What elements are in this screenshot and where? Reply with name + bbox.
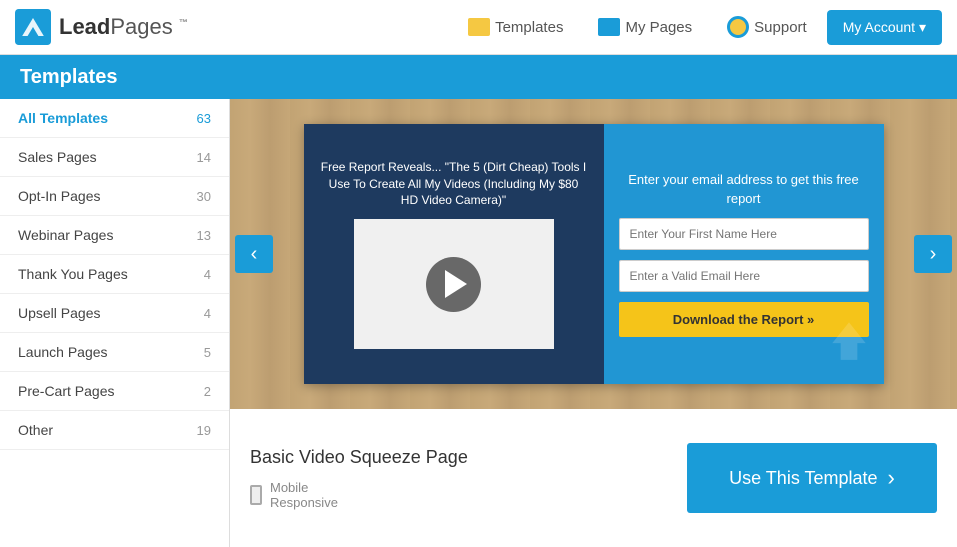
prev-template-button[interactable]: ‹ <box>235 235 273 273</box>
responsive-label: Responsive <box>270 495 338 510</box>
next-template-button[interactable]: › <box>914 235 952 273</box>
main-layout: All Templates 63 Sales Pages 14 Opt-In P… <box>0 99 957 547</box>
template-details: Basic Video Squeeze Page Mobile Responsi… <box>250 447 468 510</box>
templates-nav-icon <box>468 18 490 36</box>
page-title: Templates <box>20 66 117 89</box>
card-right-panel: Enter your email address to get this fre… <box>604 124 884 384</box>
mypages-nav-icon <box>598 18 620 36</box>
page-title-bar: Templates <box>0 55 957 99</box>
logo-text: LeadPages ™ <box>59 14 188 40</box>
nav-label-support: Support <box>754 19 807 36</box>
nav: Templates My Pages Support My Account ▾ <box>453 8 942 46</box>
sidebar-item-thank-you-pages[interactable]: Thank You Pages 4 <box>0 255 229 294</box>
template-preview: ‹ Free Report Reveals... "The 5 (Dirt Ch… <box>230 99 957 409</box>
nav-item-support[interactable]: Support <box>712 8 822 46</box>
logo-icon <box>15 9 51 45</box>
mobile-icon <box>250 485 262 505</box>
template-info: Basic Video Squeeze Page Mobile Responsi… <box>230 409 957 547</box>
sidebar-item-sales-pages[interactable]: Sales Pages 14 <box>0 138 229 177</box>
template-card: Free Report Reveals... "The 5 (Dirt Chea… <box>304 124 884 384</box>
template-meta-labels: Mobile Responsive <box>270 480 338 510</box>
content-area: ‹ Free Report Reveals... "The 5 (Dirt Ch… <box>230 99 957 547</box>
first-name-input[interactable] <box>619 218 869 250</box>
email-input[interactable] <box>619 260 869 292</box>
account-button[interactable]: My Account ▾ <box>827 10 942 45</box>
sidebar-item-webinar-pages[interactable]: Webinar Pages 13 <box>0 216 229 255</box>
card-left-panel: Free Report Reveals... "The 5 (Dirt Chea… <box>304 124 604 384</box>
template-meta: Mobile Responsive <box>250 480 468 510</box>
use-template-label: Use This Template <box>729 468 877 489</box>
template-name: Basic Video Squeeze Page <box>250 447 468 468</box>
video-thumbnail[interactable] <box>354 219 554 349</box>
use-template-button[interactable]: Use This Template › <box>687 443 937 513</box>
sidebar-item-upsell-pages[interactable]: Upsell Pages 4 <box>0 294 229 333</box>
sidebar: All Templates 63 Sales Pages 14 Opt-In P… <box>0 99 230 547</box>
nav-label-templates: Templates <box>495 19 563 36</box>
nav-label-mypages: My Pages <box>625 19 692 36</box>
phone-shape <box>250 485 262 505</box>
card-headline: Free Report Reveals... "The 5 (Dirt Chea… <box>319 159 589 209</box>
nav-item-mypages[interactable]: My Pages <box>583 10 707 44</box>
play-icon <box>445 270 467 298</box>
nav-item-templates[interactable]: Templates <box>453 10 578 44</box>
mobile-label: Mobile <box>270 480 338 495</box>
watermark <box>824 314 874 369</box>
sidebar-item-all-templates[interactable]: All Templates 63 <box>0 99 229 138</box>
play-button[interactable] <box>426 257 481 312</box>
chevron-right-icon: › <box>888 465 895 491</box>
header: LeadPages ™ Templates My Pages Support M… <box>0 0 957 55</box>
sidebar-item-launch-pages[interactable]: Launch Pages 5 <box>0 333 229 372</box>
sidebar-item-pre-cart-pages[interactable]: Pre-Cart Pages 2 <box>0 372 229 411</box>
sidebar-item-opt-in-pages[interactable]: Opt-In Pages 30 <box>0 177 229 216</box>
logo[interactable]: LeadPages ™ <box>15 9 188 45</box>
sidebar-item-other[interactable]: Other 19 <box>0 411 229 450</box>
form-headline: Enter your email address to get this fre… <box>619 171 869 207</box>
support-nav-icon <box>727 16 749 38</box>
